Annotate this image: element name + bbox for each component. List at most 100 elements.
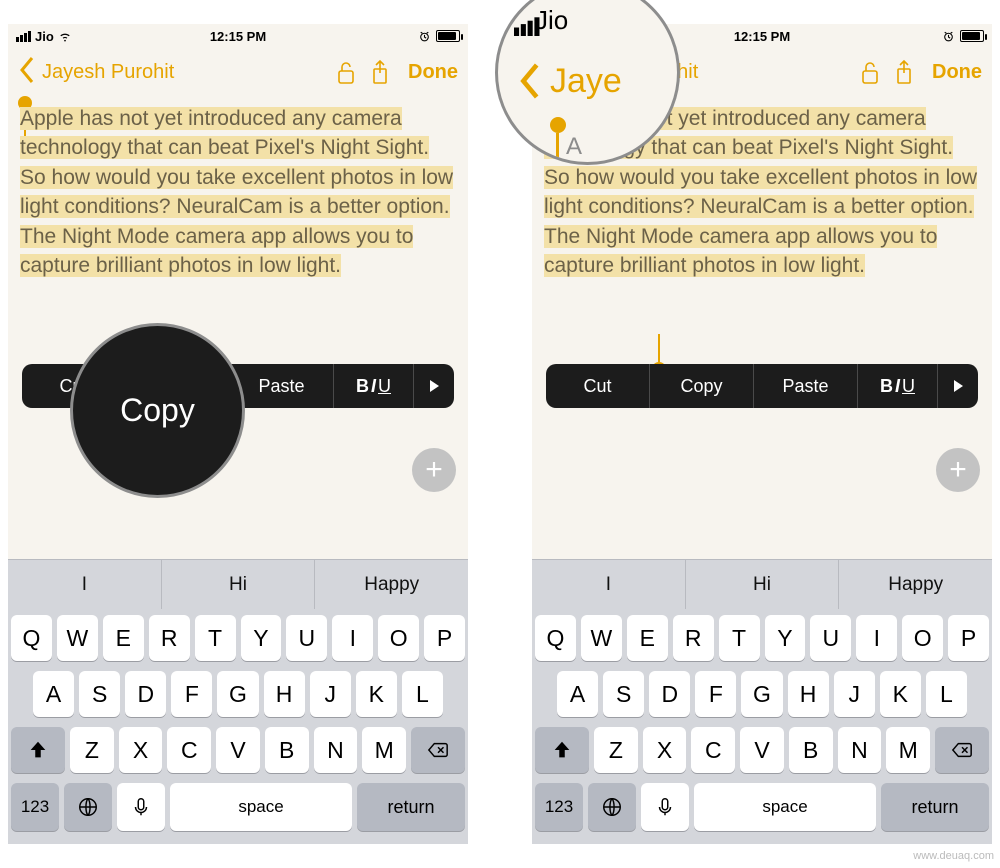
key-t[interactable]: T [195,615,236,661]
key-l[interactable]: L [926,671,967,717]
globe-key[interactable] [64,783,112,831]
key-n[interactable]: N [838,727,882,773]
key-k[interactable]: K [356,671,397,717]
backspace-key[interactable] [411,727,465,773]
key-c[interactable]: C [691,727,735,773]
cut-menu-item[interactable]: Cut [22,364,126,408]
globe-key[interactable] [588,783,636,831]
shift-key[interactable] [11,727,65,773]
lock-icon[interactable] [856,59,884,85]
return-key[interactable]: return [881,783,989,831]
space-key[interactable]: space [170,783,352,831]
suggestion-3[interactable]: Happy [839,560,992,609]
note-body[interactable]: Apple has not yet introduced any camera … [8,96,468,559]
key-q[interactable]: Q [11,615,52,661]
key-u[interactable]: U [810,615,851,661]
share-icon[interactable] [366,59,394,85]
suggestion-2[interactable]: Hi [162,560,316,609]
key-p[interactable]: P [424,615,465,661]
bold-label: B [356,376,369,397]
key-d[interactable]: D [649,671,690,717]
key-e[interactable]: E [627,615,668,661]
key-x[interactable]: X [643,727,687,773]
key-z[interactable]: Z [594,727,638,773]
key-w[interactable]: W [581,615,622,661]
key-h[interactable]: H [264,671,305,717]
paste-menu-item[interactable]: Paste [754,364,858,408]
key-r[interactable]: R [149,615,190,661]
key-y[interactable]: Y [765,615,806,661]
key-b[interactable]: B [789,727,833,773]
key-s[interactable]: S [79,671,120,717]
lock-icon[interactable] [332,59,360,85]
phone-screenshot-left: Jio 12:15 PM Jayesh Purohit Done Apple h… [8,24,468,844]
key-m[interactable]: M [362,727,406,773]
back-button-label[interactable]: Jayesh Purohit [42,61,174,84]
key-f[interactable]: F [171,671,212,717]
suggestion-1[interactable]: I [8,560,162,609]
key-n[interactable]: N [314,727,358,773]
key-d[interactable]: D [125,671,166,717]
back-button-label[interactable]: Jayesh Purohit [566,61,698,84]
key-m[interactable]: M [886,727,930,773]
format-biu-menu-item[interactable]: BIU [334,364,414,408]
shift-key[interactable] [535,727,589,773]
key-c[interactable]: C [167,727,211,773]
key-u[interactable]: U [286,615,327,661]
key-z[interactable]: Z [70,727,114,773]
add-attachment-button[interactable]: + [412,448,456,492]
key-s[interactable]: S [603,671,644,717]
key-y[interactable]: Y [241,615,282,661]
key-r[interactable]: R [673,615,714,661]
key-e[interactable]: E [103,615,144,661]
key-t[interactable]: T [719,615,760,661]
key-h[interactable]: H [788,671,829,717]
key-j[interactable]: J [310,671,351,717]
key-b[interactable]: B [265,727,309,773]
copy-menu-item[interactable]: Copy [126,364,230,408]
back-chevron-icon[interactable] [18,55,36,90]
key-q[interactable]: Q [535,615,576,661]
key-v[interactable]: V [740,727,784,773]
format-biu-menu-item[interactable]: BIU [858,364,938,408]
done-button[interactable]: Done [408,61,458,84]
suggestion-1[interactable]: I [532,560,686,609]
more-menu-item[interactable] [938,364,978,408]
key-j[interactable]: J [834,671,875,717]
share-icon[interactable] [890,59,918,85]
key-a[interactable]: A [33,671,74,717]
key-f[interactable]: F [695,671,736,717]
key-o[interactable]: O [902,615,943,661]
dictation-key[interactable] [117,783,165,831]
key-x[interactable]: X [119,727,163,773]
more-menu-item[interactable] [414,364,454,408]
key-i[interactable]: I [856,615,897,661]
numbers-key[interactable]: 123 [535,783,583,831]
key-o[interactable]: O [378,615,419,661]
numbers-key[interactable]: 123 [11,783,59,831]
key-w[interactable]: W [57,615,98,661]
note-body[interactable]: Apple has not yet introduced any camera … [532,96,992,559]
copy-menu-item[interactable]: Copy [650,364,754,408]
key-l[interactable]: L [402,671,443,717]
done-button[interactable]: Done [932,61,982,84]
key-i[interactable]: I [332,615,373,661]
backspace-key[interactable] [935,727,989,773]
suggestion-2[interactable]: Hi [686,560,840,609]
space-key[interactable]: space [694,783,876,831]
back-chevron-icon[interactable] [542,55,560,90]
cut-menu-item[interactable]: Cut [546,364,650,408]
return-key[interactable]: return [357,783,465,831]
key-p[interactable]: P [948,615,989,661]
dictation-key[interactable] [641,783,689,831]
paste-menu-item[interactable]: Paste [230,364,334,408]
key-g[interactable]: G [741,671,782,717]
key-k[interactable]: K [880,671,921,717]
key-g[interactable]: G [217,671,258,717]
selected-text[interactable]: Apple has not yet introduced any camera … [20,107,453,277]
selected-text[interactable]: Apple has not yet introduced any camera … [544,107,977,277]
suggestion-3[interactable]: Happy [315,560,468,609]
key-a[interactable]: A [557,671,598,717]
key-v[interactable]: V [216,727,260,773]
add-attachment-button[interactable]: + [936,448,980,492]
